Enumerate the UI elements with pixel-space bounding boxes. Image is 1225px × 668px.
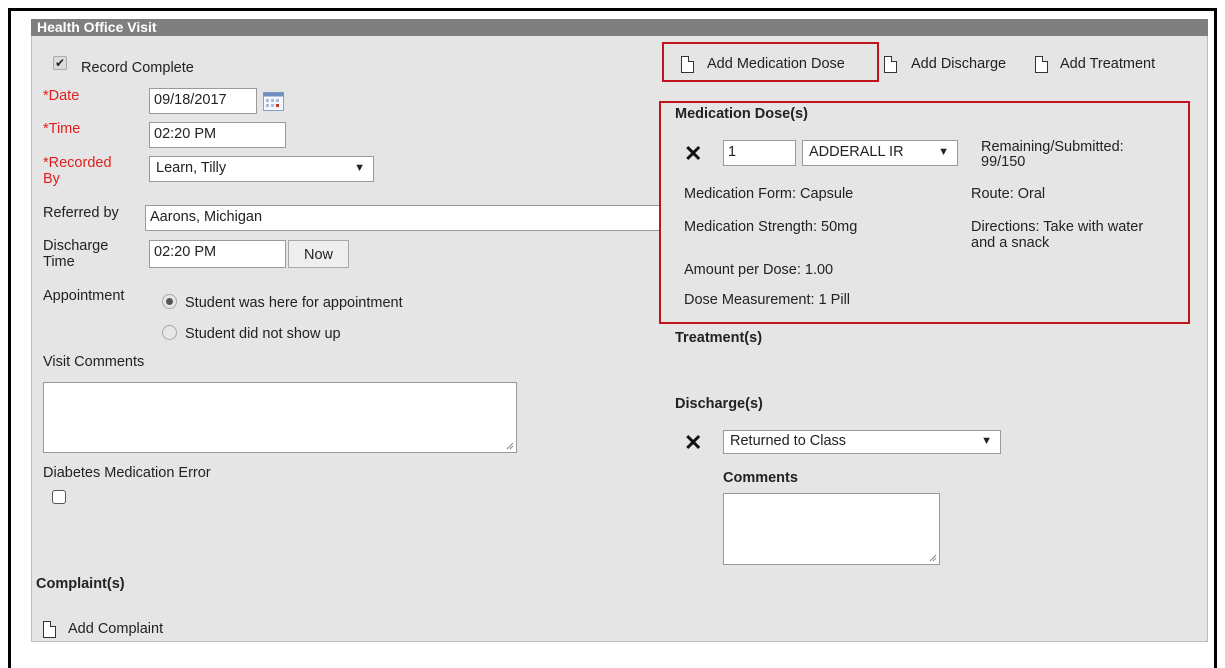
appointment-radio-present[interactable] <box>162 294 177 309</box>
medication-form: Medication Form: Capsule <box>684 186 854 202</box>
discharge-select[interactable]: Returned to Class ▼ <box>723 430 1001 454</box>
discharge-time-input[interactable]: 02:20 PM <box>149 240 286 268</box>
add-discharge-icon[interactable] <box>884 56 897 73</box>
medication-doses-heading: Medication Dose(s) <box>675 106 808 122</box>
dropdown-arrow-icon: ▼ <box>354 162 365 174</box>
diabetes-error-checkbox[interactable] <box>52 490 66 504</box>
add-treatment-link[interactable]: Add Treatment <box>1060 56 1155 72</box>
amount-per-dose: Amount per Dose: 1.00 <box>684 262 834 278</box>
panel-title: Health Office Visit <box>31 19 1208 36</box>
resize-grip-icon[interactable] <box>929 554 937 562</box>
now-button[interactable]: Now <box>288 240 349 268</box>
recorded-by-select[interactable]: Learn, Tilly ▼ <box>149 156 374 182</box>
add-discharge-link[interactable]: Add Discharge <box>911 56 1006 72</box>
remaining-submitted: Remaining/Submitted: 99/150 <box>981 139 1124 170</box>
remove-medication-icon[interactable]: ✕ <box>684 143 702 165</box>
visit-comments-label: Visit Comments <box>43 354 145 370</box>
highlight-medication-doses <box>659 101 1190 324</box>
medication-directions: Directions: Take with water and a snack <box>971 219 1144 251</box>
add-medication-dose-link[interactable]: Add Medication Dose <box>707 56 845 72</box>
discharge-value: Returned to Class <box>730 433 847 449</box>
add-complaint-icon[interactable] <box>43 621 56 638</box>
medication-route: Route: Oral <box>971 186 1046 202</box>
date-label: *Date <box>43 88 80 104</box>
appointment-option-no-show: Student did not show up <box>185 326 341 342</box>
discharges-heading: Discharge(s) <box>675 396 763 412</box>
record-complete-checkbox[interactable]: ✔ <box>53 56 67 70</box>
referred-by-input[interactable]: Aarons, Michigan <box>145 205 661 231</box>
resize-grip-icon[interactable] <box>506 442 514 450</box>
dropdown-arrow-icon: ▼ <box>938 146 949 158</box>
discharge-comments-label: Comments <box>723 470 798 486</box>
recorded-by-value: Learn, Tilly <box>156 160 227 176</box>
referred-by-label: Referred by <box>43 205 119 221</box>
add-medication-dose-icon[interactable] <box>681 56 694 73</box>
dose-measurement: Dose Measurement: 1 Pill <box>684 292 851 308</box>
time-label: *Time <box>43 121 81 137</box>
medication-drug-value: ADDERALL IR <box>809 144 904 160</box>
discharge-comments-textarea[interactable] <box>723 493 940 565</box>
medication-drug-select[interactable]: ADDERALL IR ▼ <box>802 140 958 166</box>
calendar-icon[interactable] <box>263 92 284 111</box>
appointment-radio-no-show[interactable] <box>162 325 177 340</box>
complaints-heading: Complaint(s) <box>36 576 125 592</box>
treatments-heading: Treatment(s) <box>675 330 763 346</box>
dropdown-arrow-icon: ▼ <box>981 435 992 447</box>
appointment-label: Appointment <box>43 288 125 304</box>
recorded-by-label: *Recorded By <box>43 155 112 187</box>
record-complete-label: Record Complete <box>81 60 194 76</box>
visit-comments-textarea[interactable] <box>43 382 517 453</box>
time-input[interactable]: 02:20 PM <box>149 122 286 148</box>
add-treatment-icon[interactable] <box>1035 56 1048 73</box>
medication-quantity-input[interactable]: 1 <box>723 140 796 166</box>
diabetes-error-label: Diabetes Medication Error <box>43 465 211 481</box>
add-complaint-link[interactable]: Add Complaint <box>68 621 163 637</box>
medication-strength: Medication Strength: 50mg <box>684 219 858 235</box>
remove-discharge-icon[interactable]: ✕ <box>684 432 702 454</box>
discharge-time-label: Discharge Time <box>43 238 109 270</box>
date-input[interactable]: 09/18/2017 <box>149 88 257 114</box>
appointment-option-present: Student was here for appointment <box>185 295 403 311</box>
